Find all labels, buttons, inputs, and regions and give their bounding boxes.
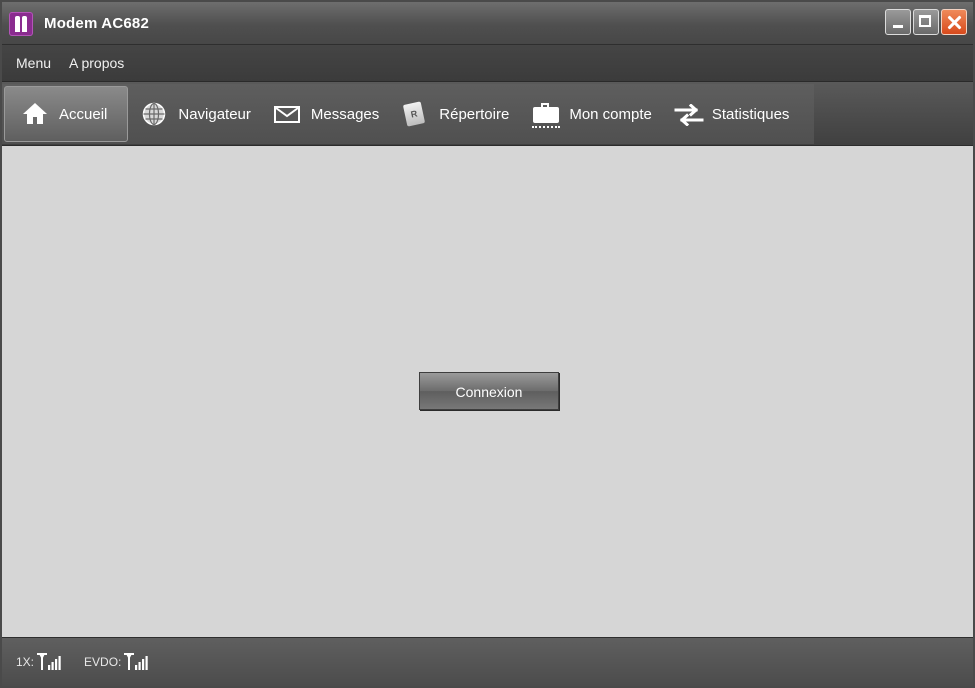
contact-card-icon: R [401,101,429,127]
home-icon [21,101,49,127]
tab-repertoire-label: Répertoire [439,105,510,123]
toolbar-strip: Accueil Navigateur Messages R Répertoire… [2,84,814,144]
minimize-button[interactable] [885,9,911,35]
signal-strength-icon [123,652,149,672]
status-bar: 1X: EVDO: [2,637,973,686]
transfer-arrows-icon [674,101,704,127]
main-content: Connexion [2,146,973,638]
globe-icon [140,101,168,127]
tab-navigateur-label: Navigateur [178,105,251,123]
signal-strength-icon [36,652,62,672]
tab-messages-label: Messages [310,105,380,123]
close-button[interactable] [941,9,967,35]
tab-messages[interactable]: Messages [261,86,389,142]
tab-repertoire[interactable]: R Répertoire [389,86,519,142]
tab-navigateur[interactable]: Navigateur [128,86,261,142]
menu-bar: Menu A propos [2,45,973,82]
status-1x-label: 1X: [16,655,35,669]
contact-card-glyph: R [403,101,426,127]
window-controls [883,9,967,37]
app-window: Modem AC682 Menu A propos Accueil Naviga… [0,0,975,688]
connect-button[interactable]: Connexion [419,372,559,410]
menu-item-menu[interactable]: Menu [16,55,51,71]
tab-accueil-label: Accueil [59,105,108,123]
envelope-icon [273,101,301,127]
tab-mon-compte[interactable]: Mon compte [519,86,662,142]
app-logo-icon [9,12,33,36]
menu-item-a-propos[interactable]: A propos [69,55,124,71]
toolbar: Accueil Navigateur Messages R Répertoire… [2,82,973,146]
briefcase-icon [531,101,561,128]
tab-statistiques-label: Statistiques [711,105,790,123]
maximize-button[interactable] [913,9,939,35]
title-bar: Modem AC682 [2,2,973,45]
status-evdo-label: EVDO: [84,655,122,669]
tab-statistiques[interactable]: Statistiques [662,86,800,142]
tab-accueil[interactable]: Accueil [4,86,129,142]
window-title: Modem AC682 [44,15,150,32]
tab-mon-compte-label: Mon compte [569,105,652,123]
